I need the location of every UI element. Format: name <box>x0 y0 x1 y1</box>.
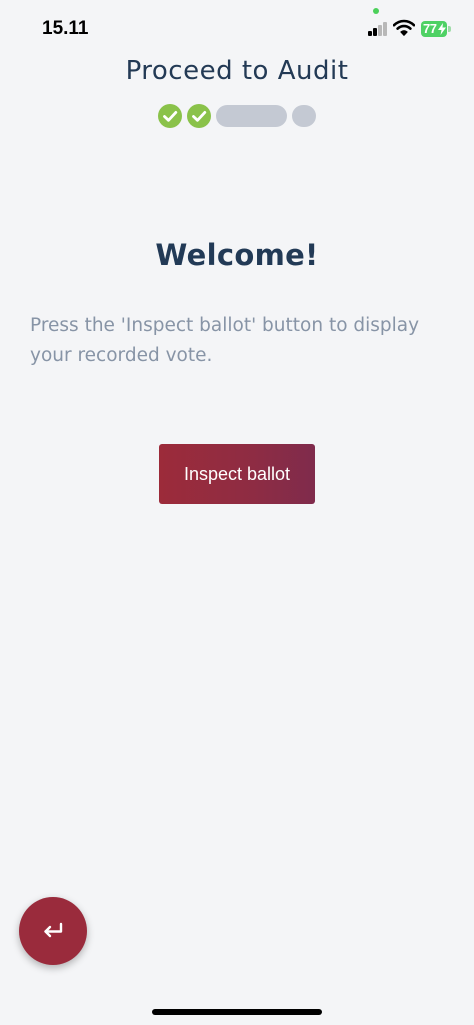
battery-body: 77 <box>421 21 447 37</box>
wifi-icon <box>393 19 415 36</box>
return-arrow-icon <box>44 922 63 938</box>
step-complete-1 <box>158 104 182 128</box>
back-button[interactable] <box>19 897 87 965</box>
checkmark-icon <box>163 111 178 122</box>
charging-bolt-icon <box>438 23 446 35</box>
battery-charging-icon: 77 <box>421 21 451 37</box>
inspect-ballot-button[interactable]: Inspect ballot <box>159 444 315 504</box>
checkmark-icon <box>192 111 207 122</box>
privacy-indicator-dot <box>373 8 379 14</box>
progress-stepper <box>158 104 318 128</box>
battery-cap <box>448 26 451 32</box>
home-indicator[interactable] <box>152 1009 322 1015</box>
page-title: Proceed to Audit <box>125 56 349 86</box>
status-time: 15.11 <box>42 18 89 39</box>
instructions-text: Press the 'Inspect ballot' button to dis… <box>30 315 420 366</box>
step-pending <box>292 105 316 127</box>
step-current <box>216 105 287 127</box>
cellular-signal-icon <box>368 22 389 36</box>
battery-level: 77 <box>423 21 437 36</box>
welcome-heading: Welcome! <box>155 238 319 272</box>
step-complete-2 <box>187 104 211 128</box>
